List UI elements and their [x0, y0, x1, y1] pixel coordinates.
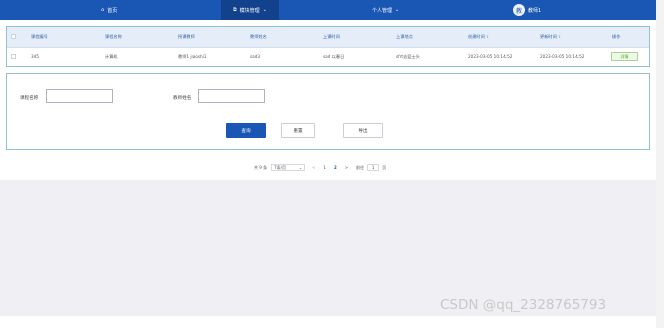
sort-icon[interactable]: ⇕ [486, 34, 489, 39]
avatar: 教 [513, 4, 525, 16]
cell-location: sfrt去篮士头 [396, 54, 420, 59]
page-size-select[interactable]: 7条/页 ⌄ [271, 164, 306, 171]
cell-course-id: 345 [31, 54, 39, 59]
page-size-value: 7条/页 [274, 164, 286, 170]
user-name: 教师1 [528, 7, 542, 14]
col-header-course-id[interactable]: 课程编号 [31, 34, 48, 40]
nav-module-management[interactable]: ⧉ 模块管理 ⌄ [221, 0, 279, 20]
col-header-class-time[interactable]: 上课时间 [323, 34, 340, 40]
row-checkbox[interactable] [11, 54, 16, 59]
chevron-down-icon: ⌄ [262, 7, 267, 13]
page-2[interactable]: 2 [334, 165, 337, 170]
home-icon: ⌂ [101, 7, 105, 13]
page-1[interactable]: 1 [323, 165, 326, 170]
col-header-created-label: 创建时间 [468, 34, 485, 39]
reset-button[interactable]: 重置 [281, 123, 315, 138]
goto-label: 前往 [356, 164, 365, 170]
prev-page-button[interactable]: < [312, 165, 315, 170]
nav-personal-management[interactable]: 个人管理 ⌄ [372, 0, 399, 20]
cell-created: 2023-03-05 10:14:52 [468, 54, 513, 59]
search-panel: 课程名称 教师姓名 查询 重置 导出 [6, 73, 650, 150]
scrollbar[interactable] [656, 0, 664, 328]
teacher-name-input[interactable] [198, 89, 265, 103]
cell-teacher-name: sad3 [250, 54, 261, 59]
nav-home-label: 首页 [107, 7, 118, 14]
cell-teacher: 教师1 jiaoshi1 [178, 54, 207, 59]
total-count: 共 9 条 [254, 164, 268, 170]
col-header-teacher-name[interactable]: 教师姓名 [250, 34, 267, 40]
top-nav-bar: ⌂ 首页 ⧉ 模块管理 ⌄ 个人管理 ⌄ 教 教师1 [0, 0, 656, 20]
user-menu[interactable]: 教 教师1 [513, 0, 541, 20]
next-page-button[interactable]: > [345, 165, 348, 170]
course-table: 课程编号 课程名称 授课教师 教师姓名 上课时间 上课地点 创建时间⇕ 更新时间… [6, 26, 650, 67]
nav-module-label: 模块管理 [239, 7, 260, 14]
col-header-teacher[interactable]: 授课教师 [178, 34, 195, 40]
module-icon: ⧉ [233, 7, 237, 13]
col-header-action: 操作 [612, 34, 621, 39]
col-header-location[interactable]: 上课地点 [396, 34, 413, 40]
cell-updated: 2023-03-05 10:14:52 [540, 54, 585, 59]
goto-page-input[interactable]: 1 [367, 164, 380, 171]
select-all-checkbox[interactable] [11, 34, 16, 39]
watermark: CSDN @qq_2328765793 [440, 297, 607, 313]
chevron-down-icon: ⌄ [395, 7, 400, 13]
teacher-name-label: 教师姓名 [173, 96, 192, 101]
nav-personal-label: 个人管理 [372, 7, 393, 14]
goto-suffix: 页 [382, 164, 387, 170]
col-header-course-name[interactable]: 课程名称 [105, 34, 122, 40]
course-name-label: 课程名称 [20, 96, 39, 101]
col-header-updated[interactable]: 更新时间⇕ [540, 34, 561, 40]
sort-icon[interactable]: ⇕ [558, 34, 561, 39]
query-button[interactable]: 查询 [226, 123, 266, 138]
pagination: 共 9 条 7条/页 ⌄ < 1 2 > 前往 1 页 [254, 163, 386, 172]
col-header-updated-label: 更新时间 [540, 34, 557, 39]
cell-course-name: 计算机 [105, 54, 118, 59]
content-background [0, 180, 656, 316]
cell-class-time: sad 以春日 [323, 54, 345, 59]
nav-home[interactable]: ⌂ 首页 [101, 0, 117, 20]
export-button[interactable]: 导出 [343, 123, 383, 138]
detail-button[interactable]: 详情 [611, 52, 638, 61]
course-name-input[interactable] [46, 89, 113, 103]
chevron-down-icon: ⌄ [298, 165, 303, 170]
table-header: 课程编号 课程名称 授课教师 教师姓名 上课时间 上课地点 创建时间⇕ 更新时间… [7, 27, 649, 48]
col-header-created[interactable]: 创建时间⇕ [468, 34, 489, 40]
